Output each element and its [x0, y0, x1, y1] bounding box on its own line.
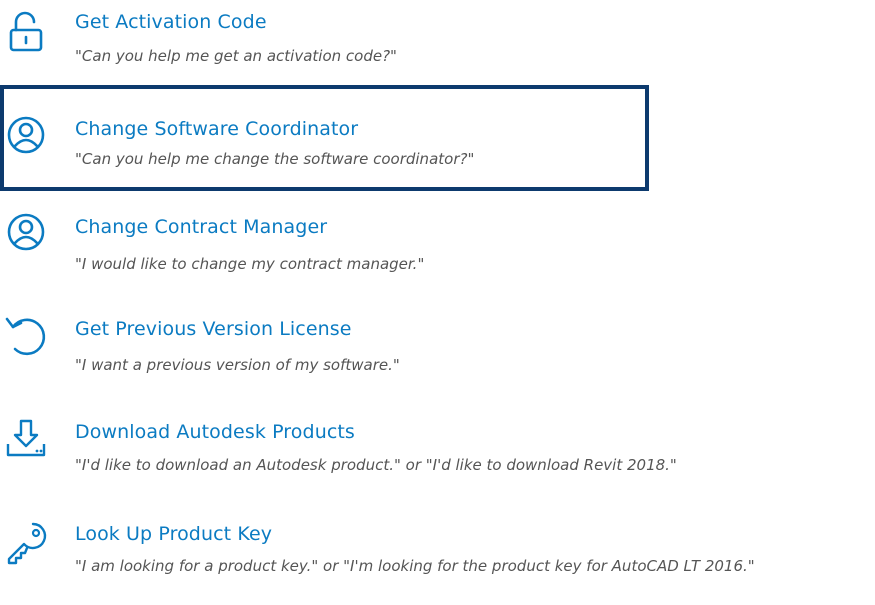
- option-description: "Can you help me get an activation code?…: [75, 47, 397, 65]
- user-circle-icon: [0, 109, 52, 161]
- option-download-autodesk-products[interactable]: Download Autodesk Products "I'd like to …: [0, 405, 875, 495]
- option-description: "Can you help me change the software coo…: [75, 150, 475, 168]
- option-title: Download Autodesk Products: [75, 421, 355, 443]
- undo-arrow-icon: [0, 310, 52, 362]
- option-title: Get Previous Version License: [75, 318, 352, 340]
- lock-icon: [0, 6, 52, 58]
- option-title: Change Software Coordinator: [75, 118, 359, 140]
- option-description: "I'd like to download an Autodesk produc…: [75, 456, 677, 474]
- option-change-contract-manager[interactable]: Change Contract Manager "I would like to…: [0, 200, 875, 290]
- help-options-list: Get Activation Code "Can you help me get…: [0, 0, 875, 605]
- user-circle-icon: [0, 206, 52, 258]
- option-change-software-coordinator[interactable]: Change Software Coordinator "Can you hel…: [0, 85, 649, 191]
- option-get-activation-code[interactable]: Get Activation Code "Can you help me get…: [0, 0, 875, 80]
- download-icon: [0, 413, 52, 465]
- option-get-previous-version-license[interactable]: Get Previous Version License "I want a p…: [0, 300, 875, 390]
- option-look-up-product-key[interactable]: Look Up Product Key "I am looking for a …: [0, 505, 875, 605]
- key-icon: [0, 517, 52, 569]
- option-title: Change Contract Manager: [75, 216, 328, 238]
- option-description: "I want a previous version of my softwar…: [75, 356, 400, 374]
- option-description: "I would like to change my contract mana…: [75, 255, 425, 273]
- option-description: "I am looking for a product key." or "I'…: [75, 557, 755, 575]
- option-title: Look Up Product Key: [75, 523, 273, 545]
- option-title: Get Activation Code: [75, 11, 267, 33]
